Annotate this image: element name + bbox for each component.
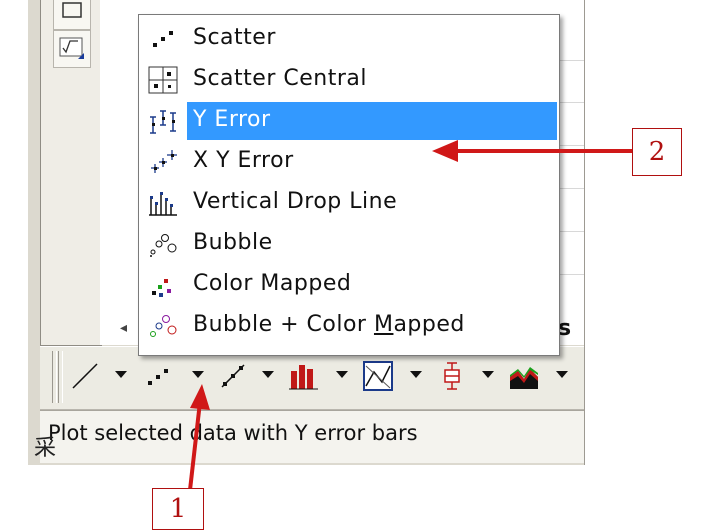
callout-2-label: 2: [632, 128, 682, 176]
callout-1-arrow: [188, 401, 202, 491]
callout-1-arrowhead: [190, 384, 210, 410]
annotation-overlay: [188, 140, 632, 491]
callout-2-arrowhead: [432, 140, 458, 162]
callout-1-label: 1: [152, 488, 204, 530]
